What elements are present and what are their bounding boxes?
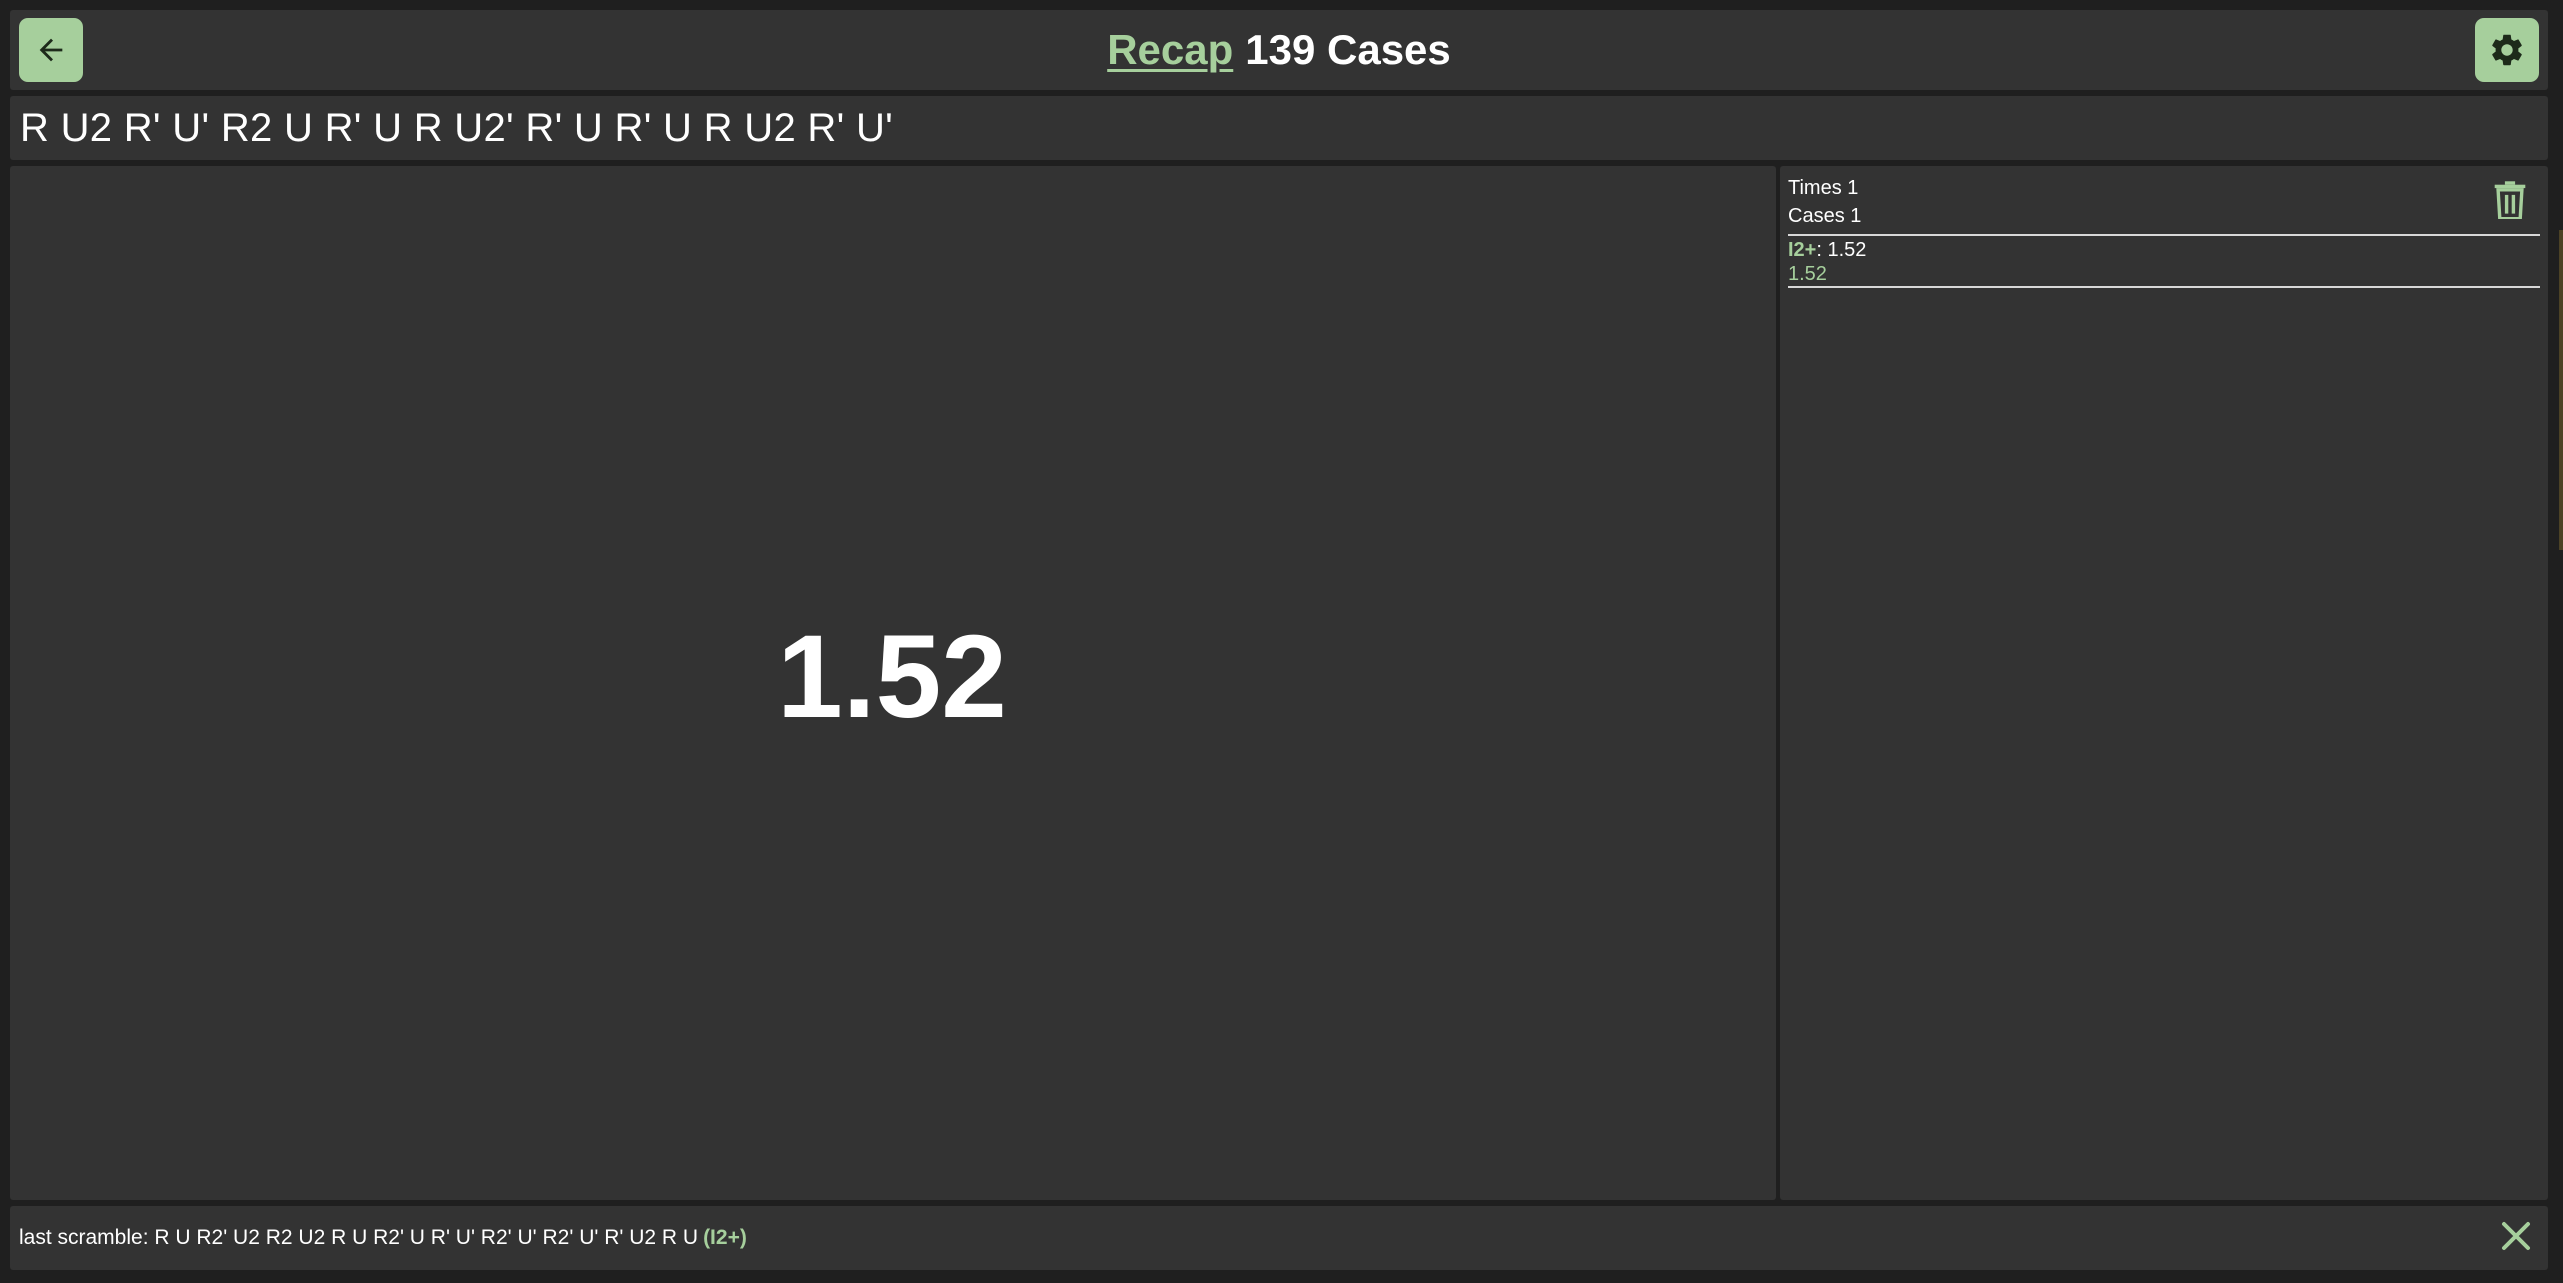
header-bar: Recap 139 Cases (10, 10, 2548, 90)
timer-area[interactable]: 1.52 (10, 166, 1776, 1200)
close-icon (2500, 1220, 2532, 1257)
case-summary-line: I2+: 1.52 (1788, 238, 2540, 262)
scrollbar-edge (2559, 230, 2563, 550)
cases-count: 139 Cases (1245, 26, 1451, 73)
scramble-bar: R U2 R' U' R2 U R' U R U2' R' U R' U R U… (10, 96, 2548, 160)
stats-summary: Times 1 Cases 1 (1788, 174, 2540, 236)
page-title: Recap 139 Cases (10, 10, 2548, 90)
last-case-tag[interactable]: (I2+) (703, 1226, 747, 1250)
times-count: Times 1 (1788, 177, 1859, 199)
case-entry[interactable]: I2+: 1.52 1.52 (1788, 236, 2540, 288)
current-scramble: R U2 R' U' R2 U R' U R U2' R' U R' U R U… (20, 105, 894, 150)
settings-button[interactable] (2475, 18, 2539, 82)
case-name: I2+ (1788, 239, 1817, 261)
last-scramble-text: last scramble: R U R2' U2 R2 U2 R U R2' … (19, 1226, 699, 1249)
app-root: Recap 139 Cases R U2 R' U' R2 U R' U R U… (0, 0, 2563, 1283)
case-best-time: : 1.52 (1816, 239, 1867, 261)
timer-display: 1.52 (777, 611, 1007, 743)
recap-link[interactable]: Recap (1107, 26, 1233, 74)
gear-icon (2488, 31, 2526, 69)
trash-icon (2493, 180, 2527, 224)
close-button[interactable] (2496, 1218, 2536, 1258)
last-scramble-info: last scramble: R U R2' U2 R2 U2 R U R2' … (19, 1206, 747, 1270)
cases-count-stat: Cases 1 (1788, 205, 1862, 227)
last-scramble-bar: last scramble: R U R2' U2 R2 U2 R U R2' … (10, 1206, 2548, 1270)
delete-times-button[interactable] (2488, 180, 2532, 224)
case-times-list[interactable]: 1.52 (1788, 262, 2540, 286)
stats-panel: Times 1 Cases 1 I2+: 1.52 1.52 (1780, 166, 2548, 1200)
